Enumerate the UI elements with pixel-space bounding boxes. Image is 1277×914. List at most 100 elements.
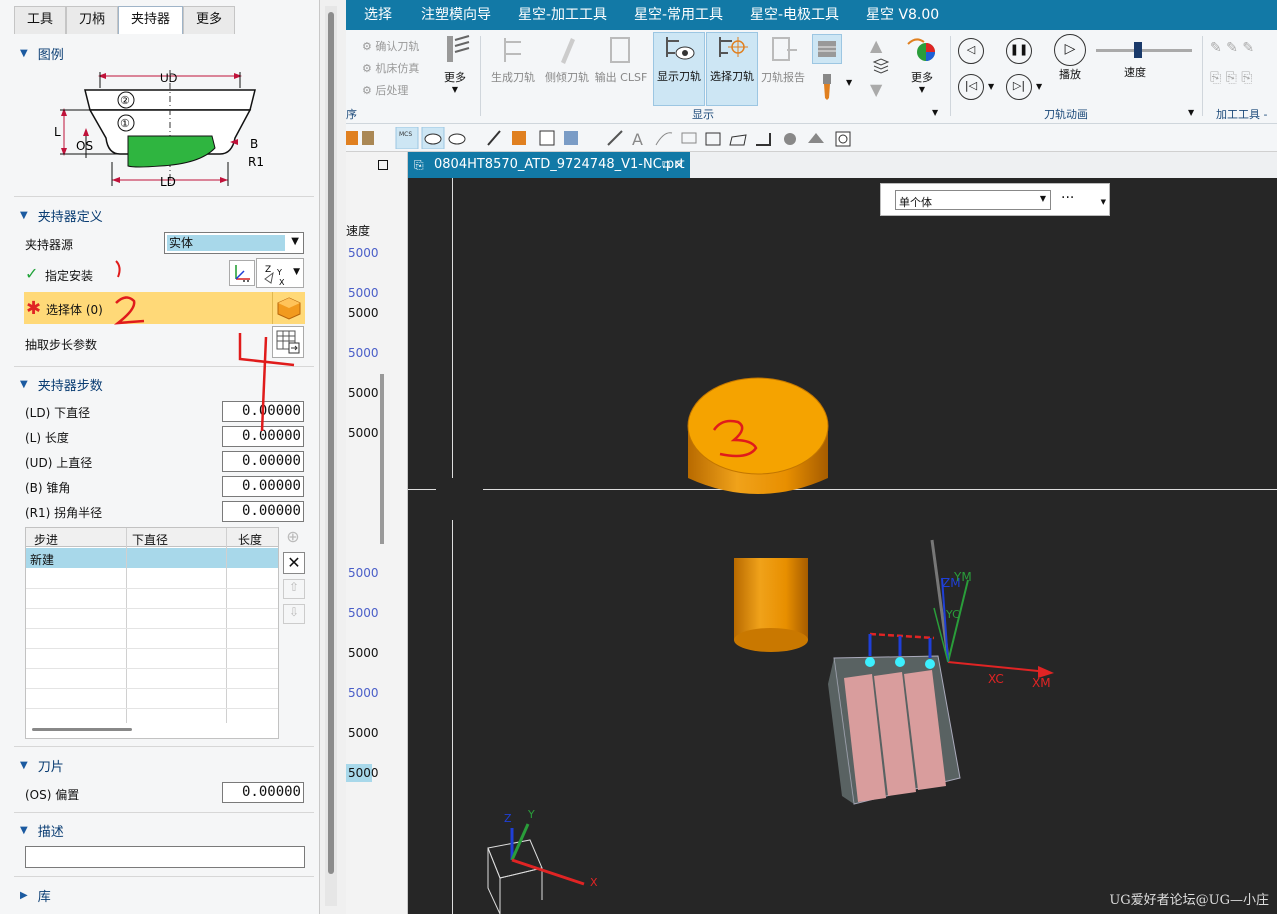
b-input[interactable]: 0.00000: [222, 476, 304, 497]
table-row[interactable]: 新建: [26, 548, 278, 568]
speed-column-header[interactable]: 速度: [346, 222, 370, 239]
chevron-down-icon[interactable]: ▼: [988, 82, 994, 91]
select-toolpath-label: 选择刀轨: [710, 70, 754, 83]
tab-more[interactable]: 更多: [183, 6, 236, 34]
ribbon-tab-mold-wizard[interactable]: 注塑模向导: [421, 0, 491, 30]
column-header[interactable]: 下直径: [132, 531, 168, 548]
column-header[interactable]: 长度: [238, 531, 262, 548]
tilt-icon: [561, 38, 575, 64]
document-tab[interactable]: ⎘ 0804HT8570_ATD_9724748_V1-NC.prt ⧉ ✕: [408, 152, 690, 178]
move-down-icon[interactable]: ⇩: [283, 604, 305, 624]
pause-button[interactable]: ❚❚: [1006, 38, 1032, 64]
show-toolpath-button[interactable]: 显示刀轨: [653, 32, 705, 106]
legend-title: 图例: [37, 48, 64, 63]
arrow-down-icon[interactable]: ▼: [870, 80, 882, 99]
move-up-icon[interactable]: ⇧: [283, 579, 305, 599]
y-axis-label: Y: [528, 808, 535, 821]
holder-def-section-header[interactable]: ▼ 夹持器定义: [20, 206, 103, 225]
chevron-down-icon[interactable]: ▼: [846, 78, 852, 87]
collapse-icon: ▼: [20, 48, 28, 59]
dialog-tabs: 工具 刀柄 夹持器 更多: [14, 6, 236, 34]
output-clsf-button[interactable]: 输出 CLSF: [594, 34, 648, 85]
ld-label: LD: [160, 175, 176, 189]
collapse-icon: ▼: [20, 825, 28, 836]
post-process-item[interactable]: ⚙ 后处理: [362, 82, 408, 98]
holder-solid[interactable]: [687, 377, 829, 652]
view-triad[interactable]: [487, 823, 585, 914]
blade-section-header[interactable]: ▼ 刀片: [20, 756, 64, 775]
generate-toolpath-button[interactable]: 生成刀轨: [486, 34, 540, 85]
legend-circled-1: ①: [120, 117, 130, 130]
steps-table[interactable]: 步进 下直径 长度 新建: [25, 527, 279, 739]
pop-out-icon[interactable]: ⧉: [662, 152, 670, 178]
navigator-strip: 速度 5000 5000 5000 5000 5000 5000 5000 50…: [346, 152, 408, 914]
ud-input[interactable]: 0.00000: [222, 451, 304, 472]
tab-shank[interactable]: 刀柄: [66, 6, 119, 34]
more-button-2[interactable]: 更多 ▼: [902, 34, 942, 94]
nav-value-selected[interactable]: 5000: [346, 764, 379, 782]
speed-slider[interactable]: [1096, 49, 1192, 52]
prev-frame-button[interactable]: ◁: [958, 38, 984, 64]
chevron-down-icon[interactable]: ▼: [932, 108, 938, 117]
holder-steps-section-header[interactable]: ▼ 夹持器步数: [20, 375, 103, 394]
confirm-toolpath-item[interactable]: ⚙ 确认刀轨: [362, 38, 419, 54]
library-section-header[interactable]: ▶ 库: [20, 886, 51, 905]
select-toolpath-button[interactable]: 选择刀轨: [706, 32, 758, 106]
legend-section-header[interactable]: ▼ 图例: [20, 44, 64, 63]
add-step-icon[interactable]: ⊕: [283, 527, 303, 547]
divider: [14, 746, 314, 747]
workpiece[interactable]: [828, 632, 961, 805]
panel-scrollbar[interactable]: [325, 6, 337, 906]
gray-tool-icons[interactable]: ✎ ✎ ✎: [1210, 40, 1254, 56]
close-icon[interactable]: ✕: [674, 152, 684, 178]
tab-tool[interactable]: 工具: [14, 6, 67, 34]
ribbon-tab-common-tools[interactable]: 星空-常用工具: [634, 0, 723, 30]
drill-icon[interactable]: [816, 72, 838, 105]
os-input[interactable]: 0.00000: [222, 782, 304, 803]
column-header[interactable]: 步进: [34, 531, 58, 548]
arrow-up-icon[interactable]: ▲: [870, 36, 882, 55]
toolbar-icons: MCS A: [346, 127, 851, 149]
ribbon-tab-machining-tools[interactable]: 星空-加工工具: [518, 0, 607, 30]
holder-source-select[interactable]: 实体 ▼: [164, 232, 304, 254]
document-tab-bar: ⎘ 0804HT8570_ATD_9724748_V1-NC.prt ⧉ ✕: [408, 152, 1277, 178]
description-input[interactable]: [25, 846, 305, 868]
holder-source-value: 实体: [167, 235, 285, 251]
collapse-icon: ▼: [20, 210, 28, 221]
tab-holder[interactable]: 夹持器: [118, 6, 184, 34]
nav-scrollbar[interactable]: [380, 374, 384, 544]
horizontal-scrollbar[interactable]: [32, 728, 132, 731]
toolpath-report-button[interactable]: 刀轨报告: [758, 34, 808, 85]
ribbon-tab-select[interactable]: 选择: [364, 0, 392, 30]
r1-input[interactable]: 0.00000: [222, 501, 304, 522]
toolpath-report-label: 刀轨报告: [761, 71, 805, 84]
scrollbar-thumb[interactable]: [328, 12, 334, 874]
more-button-1[interactable]: 更多 ▼: [438, 34, 472, 94]
step-back-button[interactable]: |◁: [958, 74, 984, 100]
play-button[interactable]: ▷ 播放: [1052, 34, 1088, 82]
tilt-toolpath-button[interactable]: 侧倾刀轨: [540, 34, 594, 85]
ribbon-tab-electrode-tools[interactable]: 星空-电极工具: [750, 0, 839, 30]
step-forward-button[interactable]: ▷|: [1006, 74, 1032, 100]
machine-sim-item[interactable]: ⚙ 机床仿真: [362, 60, 419, 76]
eye-icon: [666, 37, 695, 60]
layers-stack-icon[interactable]: [872, 58, 890, 77]
legend-circled-2: ②: [120, 94, 130, 107]
speed-slider-thumb[interactable]: [1134, 42, 1142, 58]
display-mode-button[interactable]: [812, 34, 842, 64]
maximize-icon[interactable]: [378, 160, 388, 170]
gray-tool-icons-2[interactable]: ⎘ ⎘ ⎘: [1210, 70, 1253, 86]
holder-source-label: 夹持器源: [25, 238, 74, 252]
description-section-header[interactable]: ▼ 描述: [20, 821, 64, 840]
ym-axis-label: YM: [954, 570, 972, 584]
chevron-down-icon[interactable]: ▼: [1036, 82, 1042, 91]
delete-step-icon[interactable]: ✕: [283, 552, 305, 574]
chevron-down-icon[interactable]: ▼: [1188, 108, 1194, 117]
machine-axes: [933, 577, 1054, 678]
holder-legend-diagram: UD ② ① L OS B R1 LD: [54, 70, 264, 189]
group-label-display: 显示: [692, 108, 714, 121]
ribbon-tab-xingkong-v8[interactable]: 星空 V8.00: [866, 0, 939, 30]
graphics-viewport[interactable]: 单个体 ▼ ··· ▼ XC XM ZM YM YC X Y Z UG爱好者论坛…: [408, 178, 1277, 914]
post-icon: ⚙: [362, 84, 376, 97]
description-title: 描述: [37, 825, 64, 840]
